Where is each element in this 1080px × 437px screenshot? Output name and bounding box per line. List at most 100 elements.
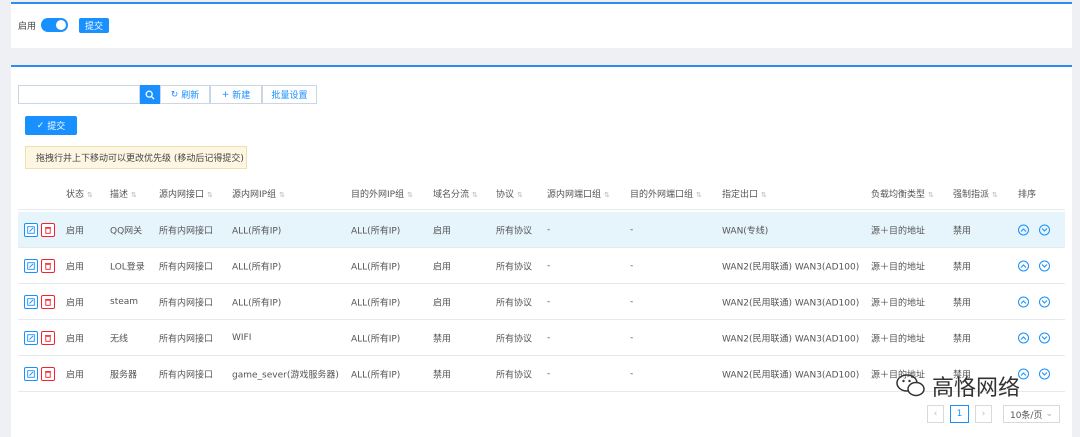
col-domain[interactable]: 域名分流 ⇅ [433,187,478,200]
chevron-down-icon: ⌄ [1045,409,1054,419]
edit-button[interactable] [24,330,38,345]
cell-src-ip: ALL(所有IP) [232,226,282,236]
page-1-button[interactable]: 1 [950,405,969,423]
col-proto[interactable]: 协议 ⇅ [496,187,523,200]
col-force[interactable]: 强制指派 ⇅ [953,187,998,200]
move-up-icon[interactable] [1018,260,1029,271]
enable-switch[interactable] [41,18,68,32]
move-up-icon[interactable] [1018,296,1029,307]
cell-src-port: - [547,260,551,271]
cell-dst-port: - [630,260,634,271]
sort-icon: ⇅ [472,191,478,199]
cell-src-ip: ALL(所有IP) [232,298,282,308]
sort-icon: ⇅ [87,191,93,199]
cell-domain: 禁用 [433,370,452,380]
cell-exit: WAN2(民用联通) WAN3(AD100) [722,334,860,344]
col-src-port[interactable]: 源内网端口组 ⇅ [547,187,610,200]
next-page-button[interactable]: › [975,405,992,423]
cell-dst-port: - [630,224,634,235]
col-dst-ip[interactable]: 目的外网IP组 ⇅ [351,187,413,200]
cell-domain: 启用 [433,298,452,308]
delete-button[interactable] [41,330,55,345]
cell-desc: 服务器 [110,370,138,380]
col-src-ip[interactable]: 源内网IP组 ⇅ [232,187,285,200]
edit-icon [27,297,35,306]
search-button[interactable] [140,85,160,104]
edit-button[interactable] [24,258,38,273]
cell-exit: WAN2(民用联通) WAN3(AD100) [722,262,860,272]
prev-page-button[interactable]: ‹ [927,405,944,423]
cell-dst-ip: ALL(所有IP) [351,370,401,380]
cell-src-ip: WIFI [232,332,252,343]
search-input[interactable] [18,85,140,104]
col-dst-port[interactable]: 目的外网端口组 ⇅ [630,187,702,200]
move-down-icon[interactable] [1039,260,1050,271]
cell-domain: 启用 [433,262,452,272]
delete-button[interactable] [41,294,55,309]
move-down-icon[interactable] [1039,224,1050,235]
delete-button[interactable] [41,258,55,273]
delete-button[interactable] [41,222,55,237]
cell-exit: WAN2(民用联通) WAN3(AD100) [722,298,860,308]
edit-button[interactable] [24,222,38,237]
trash-icon [45,334,51,342]
cell-dst-ip: ALL(所有IP) [351,298,401,308]
sort-icon: ⇅ [696,191,702,199]
cell-lb: 源＋目的地址 [871,226,926,236]
table-row[interactable]: 启用 steam 所有内网接口 ALL(所有IP) ALL(所有IP) 启用 所有协议 - - W… [18,284,1065,320]
enable-label: 启用 [18,22,37,32]
cell-dst-port: - [630,332,634,343]
move-down-icon[interactable] [1039,332,1050,343]
cell-proto: 所有协议 [496,226,533,236]
new-button[interactable]: + 新建 [210,85,262,104]
sort-icon: ⇅ [517,191,523,199]
move-up-icon[interactable] [1018,224,1029,235]
cell-dst-port: - [630,296,634,307]
cell-status: 启用 [66,262,85,272]
col-status[interactable]: 状态 ⇅ [66,187,93,200]
cell-src-ip: game_sever(游戏服务器) [232,370,339,380]
delete-button[interactable] [41,366,55,381]
cell-src-if: 所有内网接口 [159,226,214,236]
sort-icon: ⇅ [131,191,137,199]
cell-status: 启用 [66,298,85,308]
table-row[interactable]: 启用 无线 所有内网接口 WIFI ALL(所有IP) 禁用 所有协议 - - WAN2(民用联通… [18,320,1065,356]
cell-status: 启用 [66,370,85,380]
table-row[interactable]: 启用 QQ网关 所有内网接口 ALL(所有IP) ALL(所有IP) 启用 所有协议 - - WA… [18,212,1065,248]
cell-src-port: - [547,224,551,235]
trash-icon [45,262,51,270]
top-submit-button[interactable]: 提交 [79,18,109,33]
move-down-icon[interactable] [1039,368,1050,379]
table-row[interactable]: 启用 LOL登录 所有内网接口 ALL(所有IP) ALL(所有IP) 启用 所有协议 - - W… [18,248,1065,284]
cell-desc: steam [110,296,139,307]
batch-settings-button[interactable]: 批量设置 [262,85,317,104]
cell-src-if: 所有内网接口 [159,370,214,380]
edit-button[interactable] [24,294,38,309]
move-up-icon[interactable] [1018,332,1029,343]
cell-lb: 源＋目的地址 [871,262,926,272]
edit-button[interactable] [24,366,38,381]
cell-status: 启用 [66,226,85,236]
col-src-if[interactable]: 源内网接口 ⇅ [159,187,213,200]
col-order: 排序 [1018,190,1037,200]
refresh-icon: ↻ [170,89,179,100]
cell-src-port: - [547,368,551,379]
cell-dst-ip: ALL(所有IP) [351,334,401,344]
trash-icon [45,298,51,306]
cell-src-if: 所有内网接口 [159,334,214,344]
cell-desc: LOL登录 [110,262,145,272]
move-down-icon[interactable] [1039,296,1050,307]
cell-desc: 无线 [110,334,129,344]
page-size-select[interactable]: 10条/页 ⌄ [1003,405,1060,423]
trash-icon [45,226,51,234]
cell-proto: 所有协议 [496,262,533,272]
col-desc[interactable]: 描述 ⇅ [110,187,137,200]
col-lb[interactable]: 负载均衡类型 ⇅ [871,187,934,200]
priority-notice: 拖拽行并上下移动可以更改优先级 (移动后记得提交) [25,146,247,169]
col-exit[interactable]: 指定出口 ⇅ [722,187,767,200]
submit-button[interactable]: ✓ 提交 [25,116,77,135]
sort-icon: ⇅ [992,191,998,199]
cell-exit: WAN2(民用联通) WAN3(AD100) [722,370,860,380]
cell-exit: WAN(专线) [722,226,769,236]
refresh-button[interactable]: ↻ 刷新 [160,85,210,104]
